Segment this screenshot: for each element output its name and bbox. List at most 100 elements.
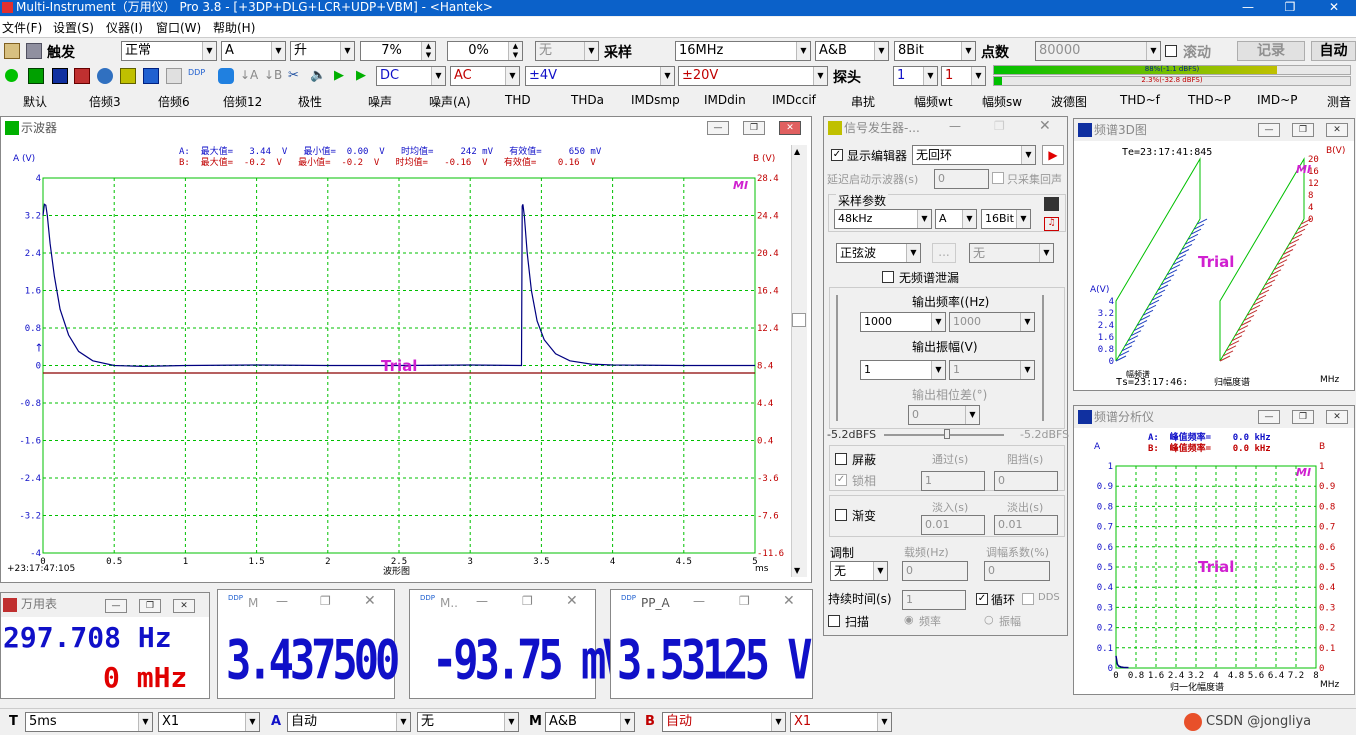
preset-5[interactable]: 噪声 [368, 93, 392, 110]
preset-6[interactable]: 噪声(A) [429, 93, 471, 110]
lock-phase-checkbox[interactable]: ✓ [835, 474, 847, 486]
spectrum-icon[interactable] [52, 68, 68, 84]
preset-1[interactable]: 倍频3 [89, 93, 121, 110]
preset-9[interactable]: IMDsmp [631, 93, 680, 107]
only-collect-checkbox[interactable] [992, 172, 1004, 184]
meter2-minimize-button[interactable]: — [476, 594, 488, 608]
amp-slider-right[interactable] [1042, 295, 1058, 421]
bottle-icon[interactable] [218, 68, 234, 84]
mask-checkbox[interactable] [835, 453, 847, 465]
time-mult-select[interactable]: X1 ▼ [158, 712, 260, 732]
trigger-mode-select[interactable]: 正常 ▼ [121, 41, 217, 61]
phase-icon[interactable] [97, 68, 113, 84]
sweep-freq-radio[interactable]: ◉ [904, 613, 914, 626]
gen-close-button[interactable]: ✕ [1039, 118, 1051, 134]
range-a-select[interactable]: ±4V ▼ [525, 66, 675, 86]
mm-minimize-button[interactable]: — [105, 599, 127, 613]
loop-checkbox[interactable]: ✓ [976, 593, 988, 605]
preset-17[interactable]: THD~P [1188, 93, 1231, 107]
m-mode-select[interactable]: A&B ▼ [545, 712, 635, 732]
sweep-b-icon[interactable]: ↓B [264, 68, 282, 84]
save-icon[interactable] [26, 43, 42, 59]
trigger-channel-select[interactable]: A ▼ [221, 41, 286, 61]
loop-mode-select[interactable]: 无回环 ▼ [912, 145, 1036, 165]
gen-channel-select[interactable]: A ▼ [935, 209, 977, 229]
points-select[interactable]: 80000 ▼ [1035, 41, 1161, 61]
gen-play-button[interactable]: ▶ [1042, 145, 1064, 165]
menu-window[interactable]: 窗口(W) [156, 19, 201, 36]
preset-11[interactable]: IMDccif [772, 93, 816, 107]
b-mult-select[interactable]: X1 ▼ [790, 712, 892, 732]
preset-15[interactable]: 波德图 [1051, 93, 1087, 110]
scroll-checkbox[interactable] [1165, 45, 1177, 57]
menu-file[interactable]: 文件(F) [2, 19, 42, 36]
preset-13[interactable]: 幅频wt [914, 93, 953, 110]
a-option-select[interactable]: 无 ▼ [417, 712, 519, 732]
meter1-minimize-button[interactable]: — [276, 594, 288, 608]
osc-scroll-down-icon[interactable]: ▼ [794, 566, 800, 575]
show-editor-checkbox[interactable]: ✓ [831, 149, 843, 161]
waveform-select[interactable]: 正弦波 ▼ [836, 243, 921, 263]
amp-a-select[interactable]: 1 ▼ [860, 360, 946, 380]
sweep-amp-radio[interactable]: ○ [984, 613, 994, 626]
level-slider-thumb[interactable] [944, 429, 950, 439]
trigger-edge-select[interactable]: 升 ▼ [290, 41, 355, 61]
phase-select[interactable]: 0 ▼ [908, 405, 980, 425]
run-icon[interactable] [5, 69, 18, 82]
menu-instrument[interactable]: 仪器(I) [106, 19, 143, 36]
dds-checkbox[interactable] [1022, 593, 1034, 605]
block-input[interactable]: 0 [994, 471, 1058, 491]
maximize-button[interactable]: ❐ [1270, 0, 1310, 16]
s3d-restore-button[interactable]: ❐ [1292, 123, 1314, 137]
fade-checkbox[interactable] [835, 509, 847, 521]
preset-10[interactable]: IMDdin [704, 93, 746, 107]
preset-3[interactable]: 倍频12 [223, 93, 262, 110]
spec-restore-button[interactable]: ❐ [1292, 410, 1314, 424]
graph-icon[interactable] [166, 68, 182, 84]
fade-in-input[interactable]: 0.01 [921, 515, 985, 535]
amp-slider-left[interactable] [836, 295, 852, 421]
gen-rate-select[interactable]: 48kHz ▼ [834, 209, 932, 229]
gen-restore-button[interactable]: ❐ [994, 119, 1005, 133]
meter3-restore-button[interactable]: ❐ [739, 594, 750, 608]
preset-18[interactable]: IMD~P [1257, 93, 1297, 107]
meter1-restore-button[interactable]: ❐ [320, 594, 331, 608]
play-step-icon[interactable]: ▶ [356, 68, 372, 84]
preset-0[interactable]: 默认 [23, 93, 47, 110]
menu-help[interactable]: 帮助(H) [213, 19, 255, 36]
osc-scroll-up-icon[interactable]: ▲ [794, 147, 800, 156]
probe-a-select[interactable]: 1 ▼ [893, 66, 938, 86]
mod-index-input[interactable]: 0 [984, 561, 1050, 581]
mod-select[interactable]: 无 ▼ [830, 561, 888, 581]
osc-minimize-button[interactable]: — [707, 121, 729, 135]
carrier-input[interactable]: 0 [902, 561, 968, 581]
gen-bits-select[interactable]: 16Bit ▼ [981, 209, 1031, 229]
sample-rate-select[interactable]: 16MHz ▼ [675, 41, 811, 61]
range-b-select[interactable]: ±20V ▼ [678, 66, 828, 86]
tool-icon[interactable]: ✂ [288, 68, 304, 84]
meter2-close-button[interactable]: ✕ [566, 593, 578, 609]
ddp-small-icon[interactable]: DDP [188, 68, 205, 84]
a-mode-select[interactable]: 自动 ▼ [287, 712, 411, 732]
osc-close-button[interactable]: ✕ [779, 121, 801, 135]
freq-b-select[interactable]: 1000 ▼ [949, 312, 1035, 332]
gen-save-icon[interactable] [1044, 197, 1059, 211]
sweep-a-icon[interactable]: ↓A [240, 68, 258, 84]
open-icon[interactable] [4, 43, 20, 59]
channels-select[interactable]: A&B ▼ [815, 41, 889, 61]
preset-8[interactable]: THDa [571, 93, 604, 107]
mm-restore-button[interactable]: ❐ [139, 599, 161, 613]
pass-input[interactable]: 1 [921, 471, 985, 491]
waveform-edit-button[interactable]: ... [932, 243, 956, 263]
record-button[interactable]: 记录 [1237, 41, 1305, 61]
coupling-a-select[interactable]: DC ▼ [376, 66, 446, 86]
multimeter-icon[interactable] [74, 68, 90, 84]
sweep-checkbox[interactable] [828, 615, 840, 627]
preset-19[interactable]: 测音 [1327, 93, 1351, 110]
play-icon[interactable]: ▶ [334, 68, 350, 84]
bits-select[interactable]: 8Bit ▼ [894, 41, 976, 61]
minimize-button[interactable]: — [1228, 0, 1268, 16]
s3d-close-button[interactable]: ✕ [1326, 123, 1348, 137]
freq-a-select[interactable]: 1000 ▼ [860, 312, 946, 332]
spec-close-button[interactable]: ✕ [1326, 410, 1348, 424]
